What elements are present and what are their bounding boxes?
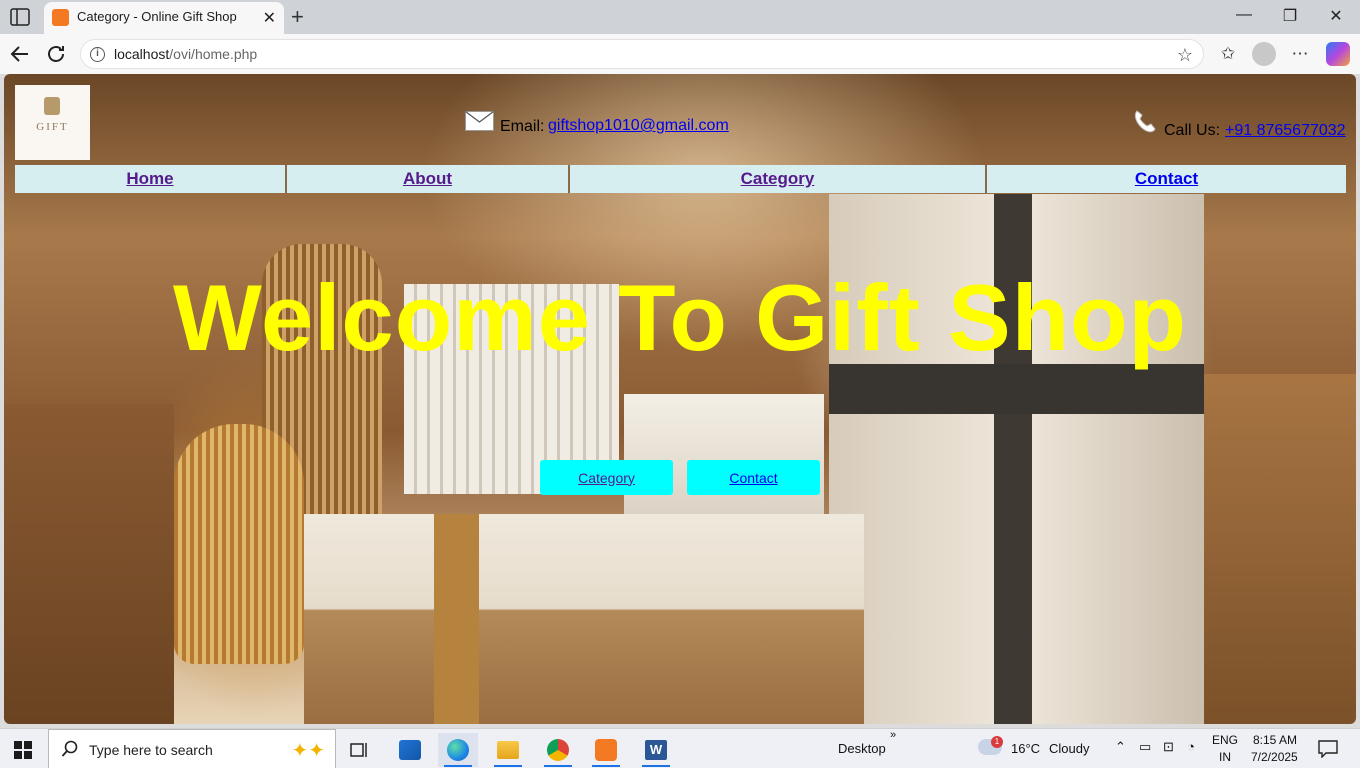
gift-box-decoration bbox=[304, 514, 864, 724]
language-code[interactable]: ENG bbox=[1212, 733, 1238, 747]
close-window-icon[interactable]: ✕ bbox=[1322, 6, 1350, 26]
store-icon[interactable] bbox=[390, 733, 430, 767]
nav-item-home: Home bbox=[15, 165, 285, 193]
email-label: Email: bbox=[500, 118, 545, 135]
copilot-icon[interactable] bbox=[1326, 42, 1350, 66]
logo-text: GIFT bbox=[36, 121, 69, 133]
clock-date[interactable]: 7/2/2025 bbox=[1251, 750, 1298, 764]
battery-icon[interactable]: ▭ bbox=[1139, 739, 1151, 755]
tab-title: Category - Online Gift Shop bbox=[77, 9, 237, 24]
weather-condition[interactable]: Cloudy bbox=[1049, 741, 1089, 756]
tab-close-icon[interactable]: ✕ bbox=[263, 8, 276, 28]
mail-icon bbox=[465, 111, 494, 131]
xampp-icon[interactable] bbox=[586, 733, 626, 767]
active-indicator bbox=[592, 765, 620, 767]
phone-icon bbox=[1134, 110, 1156, 133]
shelf-decoration bbox=[1204, 374, 1356, 724]
language-region[interactable]: IN bbox=[1219, 750, 1231, 764]
url-host: localhost bbox=[114, 46, 170, 62]
profile-avatar-icon[interactable] bbox=[1252, 42, 1276, 66]
nav-item-about: About bbox=[287, 165, 568, 193]
windows-taskbar: Type here to search ✦✦ W Desktop » 1 16°… bbox=[0, 728, 1360, 768]
browser-tab-bar: Category - Online Gift Shop ✕ + — ❐ ✕ bbox=[0, 0, 1360, 34]
edge-icon[interactable] bbox=[438, 733, 478, 767]
windows-start-icon[interactable] bbox=[14, 741, 32, 759]
minimize-icon[interactable]: — bbox=[1230, 6, 1258, 24]
weather-badge: 1 bbox=[991, 736, 1003, 748]
site-info-icon[interactable]: i bbox=[90, 47, 105, 62]
nav-item-contact: Contact bbox=[987, 165, 1346, 193]
search-icon bbox=[61, 740, 78, 757]
word-icon[interactable]: W bbox=[636, 733, 676, 767]
gift-logo-icon bbox=[44, 97, 60, 115]
contact-button-label[interactable]: Contact bbox=[729, 470, 777, 486]
nav-link-about[interactable]: About bbox=[403, 169, 452, 189]
ribbon-decoration bbox=[434, 514, 479, 724]
temperature[interactable]: 16°C bbox=[1011, 741, 1040, 756]
contact-button[interactable]: Contact bbox=[687, 460, 820, 495]
email-link[interactable]: giftshop1010@gmail.com bbox=[548, 117, 729, 135]
nav-item-category: Category bbox=[570, 165, 985, 193]
nav-link-contact[interactable]: Contact bbox=[1135, 169, 1198, 189]
url-path: /ovi/home.php bbox=[169, 46, 258, 62]
nav-link-category[interactable]: Category bbox=[741, 169, 815, 189]
device-icon[interactable]: ⊡ bbox=[1163, 739, 1174, 755]
tab-actions-icon[interactable] bbox=[10, 8, 30, 26]
site-logo[interactable]: GIFT bbox=[15, 85, 90, 160]
gift-box-decoration bbox=[624, 394, 824, 524]
browser-address-bar: i localhost/ovi/home.php ☆ ✩ ⋯ bbox=[0, 34, 1360, 74]
call-label: Call Us: bbox=[1164, 122, 1221, 139]
toolbar-expand-icon[interactable]: » bbox=[890, 729, 896, 741]
clock-time[interactable]: 8:15 AM bbox=[1253, 733, 1297, 747]
nav-link-home[interactable]: Home bbox=[126, 169, 173, 189]
favorites-icon[interactable]: ✩ bbox=[1216, 42, 1240, 66]
phone-link[interactable]: +91 8765677032 bbox=[1225, 122, 1346, 140]
notifications-icon[interactable] bbox=[1318, 740, 1338, 758]
restore-icon[interactable]: ❐ bbox=[1276, 6, 1304, 26]
main-navigation: Home About Category Contact bbox=[15, 165, 1346, 193]
favorite-star-icon[interactable]: ☆ bbox=[1177, 45, 1193, 66]
chrome-icon[interactable] bbox=[538, 733, 578, 767]
taskbar-search-box[interactable]: Type here to search ✦✦ bbox=[48, 729, 336, 768]
hero-title: Welcome To Gift Shop bbox=[173, 265, 1187, 370]
task-view-icon[interactable] bbox=[340, 733, 380, 767]
shelf-decoration bbox=[4, 404, 174, 724]
page-viewport: GIFT Email: giftshop1010@gmail.com Call … bbox=[4, 74, 1356, 724]
vase-decoration bbox=[174, 424, 304, 664]
active-indicator bbox=[544, 765, 572, 767]
more-menu-icon[interactable]: ⋯ bbox=[1288, 42, 1312, 66]
new-tab-icon[interactable]: + bbox=[291, 4, 304, 30]
active-indicator bbox=[494, 765, 522, 767]
browser-tab-active[interactable]: Category - Online Gift Shop ✕ bbox=[44, 2, 284, 34]
xampp-favicon-icon bbox=[52, 9, 69, 26]
active-indicator bbox=[642, 765, 670, 767]
file-explorer-icon[interactable] bbox=[488, 733, 528, 767]
url-field[interactable]: i localhost/ovi/home.php ☆ bbox=[80, 39, 1204, 69]
back-arrow-icon[interactable] bbox=[8, 42, 32, 66]
desktop-toolbar-label[interactable]: Desktop bbox=[838, 741, 886, 756]
category-button-label[interactable]: Category bbox=[578, 470, 635, 486]
show-hidden-icons-chevron-icon[interactable]: ⌃ bbox=[1115, 739, 1126, 755]
url-text: localhost/ovi/home.php bbox=[114, 46, 257, 62]
search-placeholder: Type here to search bbox=[89, 742, 213, 758]
refresh-icon[interactable] bbox=[44, 42, 68, 66]
wifi-icon[interactable]: ◔ bbox=[1187, 739, 1195, 754]
category-button[interactable]: Category bbox=[540, 460, 673, 495]
active-indicator bbox=[444, 765, 472, 767]
sparkle-icon: ✦✦ bbox=[291, 740, 325, 762]
